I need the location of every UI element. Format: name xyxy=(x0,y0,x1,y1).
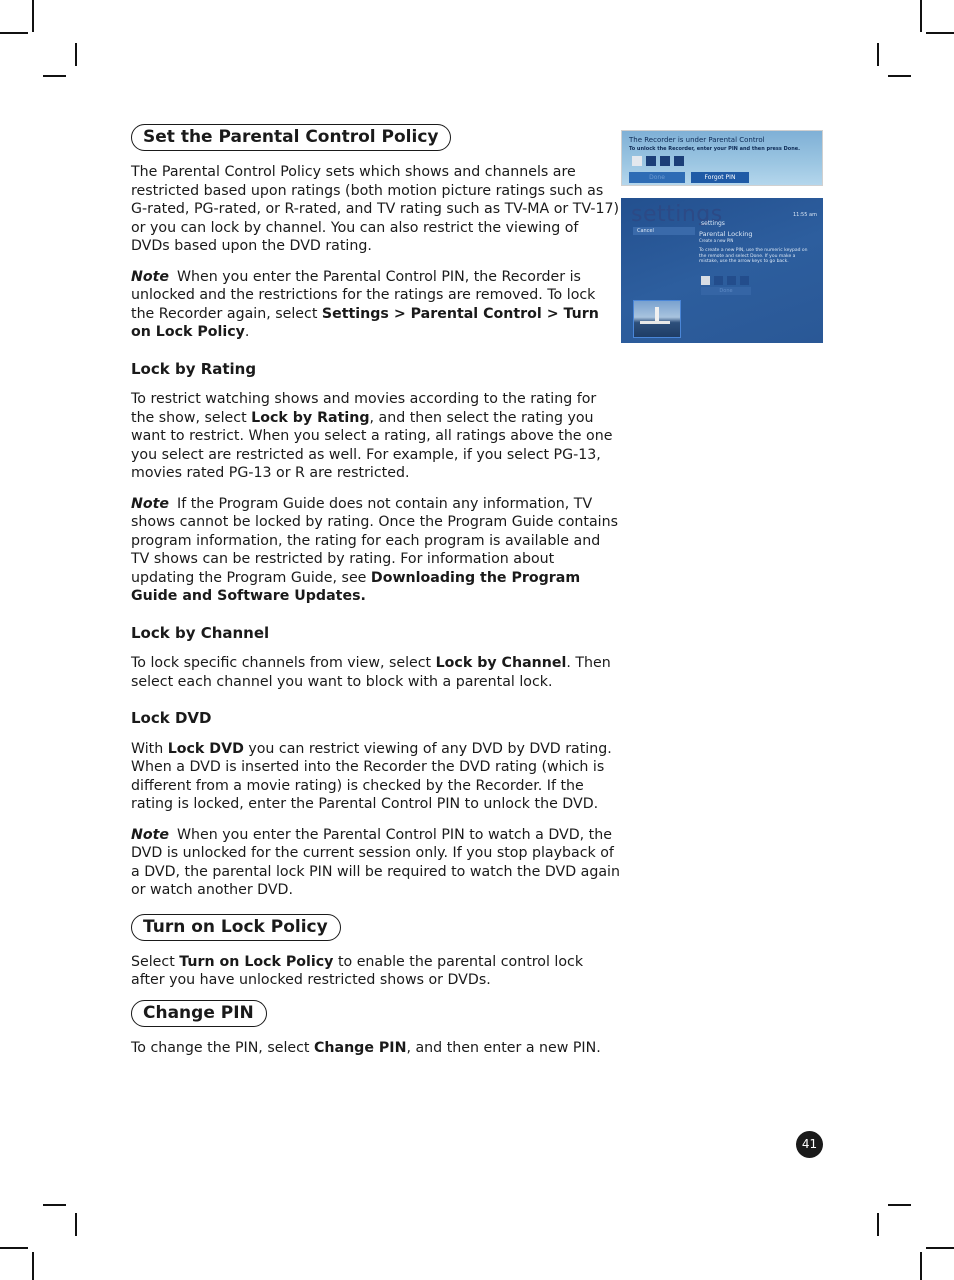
section-title-turn-on-lock: Turn on Lock Policy xyxy=(131,913,341,941)
pin-digit-box xyxy=(740,276,749,285)
settings-heading: Parental Locking xyxy=(699,230,753,238)
crop-mark xyxy=(926,32,954,34)
pin-digit-box xyxy=(632,156,642,166)
lock-dvd-paragraph: With Lock DVD you can restrict viewing o… xyxy=(131,740,621,814)
pin-digit-box xyxy=(674,156,684,166)
note-paragraph: Note When you enter the Parental Control … xyxy=(131,826,621,900)
crop-mark xyxy=(32,0,34,32)
section-title-change-pin: Change PIN xyxy=(131,999,267,1027)
note-paragraph: Note If the Program Guide does not contai… xyxy=(131,495,621,606)
crop-mark xyxy=(0,32,28,34)
cancel-button: Cancel xyxy=(633,227,695,235)
bold-term: Change PIN xyxy=(314,1039,407,1056)
crop-mark xyxy=(877,43,879,66)
crop-mark xyxy=(0,1247,28,1249)
text: To lock specific channels from view, sel… xyxy=(131,655,436,671)
lock-by-rating-paragraph: To restrict watching shows and movies ac… xyxy=(131,390,621,483)
pin-digit-box xyxy=(714,276,723,285)
pin-digit-box xyxy=(660,156,670,166)
settings-breadcrumb: settings xyxy=(701,220,725,227)
note-label: Note xyxy=(131,826,170,843)
crop-mark xyxy=(888,75,911,77)
note-paragraph: Note When you enter the Parental Control … xyxy=(131,268,621,342)
lock-by-channel-paragraph: To lock specific channels from view, sel… xyxy=(131,654,621,691)
text: To change the PIN, select xyxy=(131,1039,314,1056)
crop-mark xyxy=(920,0,922,32)
note-text: When you enter the Parental Control PIN … xyxy=(131,826,620,899)
crop-mark xyxy=(43,1204,66,1206)
text: With xyxy=(131,740,168,757)
settings-instructions: To create a new PIN, use the numeric key… xyxy=(699,248,808,264)
bold-term: Lock by Rating xyxy=(251,409,370,426)
crop-mark xyxy=(926,1247,954,1249)
note-label: Note xyxy=(131,268,170,285)
note-text-end: . xyxy=(244,324,250,340)
crop-mark xyxy=(75,1213,77,1236)
main-content: Set the Parental Control Policy The Pare… xyxy=(131,124,621,1057)
subheading-lock-dvd: Lock DVD xyxy=(131,709,212,727)
pin-digit-box xyxy=(727,276,736,285)
subheading-lock-by-rating: Lock by Rating xyxy=(131,359,257,378)
text: , and then enter a new PIN. xyxy=(406,1039,601,1056)
dialog-title: The Recorder is under Parental Control xyxy=(629,136,765,144)
crop-mark xyxy=(43,75,66,77)
crop-mark xyxy=(877,1213,879,1236)
bold-term: Turn on Lock Policy xyxy=(179,953,334,970)
crop-mark xyxy=(888,1204,911,1206)
pin-digit-box xyxy=(701,276,710,285)
unlock-dialog-screenshot: The Recorder is under Parental Control T… xyxy=(621,130,823,186)
bold-term: Lock DVD xyxy=(167,740,244,757)
lighthouse-thumbnail xyxy=(633,300,681,338)
crop-mark xyxy=(75,43,77,66)
crop-mark xyxy=(920,1252,922,1280)
settings-clock: 11:55 am xyxy=(793,212,817,218)
turn-on-lock-paragraph: Select Turn on Lock Policy to enable the… xyxy=(131,953,621,990)
done-button: Done xyxy=(629,172,685,183)
pier xyxy=(640,321,670,324)
dialog-subtitle: To unlock the Recorder, enter your PIN a… xyxy=(629,146,801,152)
text: Select xyxy=(131,953,180,970)
section-title-parental-policy: Set the Parental Control Policy xyxy=(131,124,452,151)
subheading-lock-by-channel: Lock by Channel xyxy=(131,623,270,642)
forgot-pin-button: Forgot PIN xyxy=(691,172,749,183)
bold-term: Lock by Channel xyxy=(435,655,567,671)
crop-mark xyxy=(32,1252,34,1280)
settings-subheading: Create a new PIN xyxy=(699,238,734,243)
note-label: Note xyxy=(131,495,170,512)
change-pin-paragraph: To change the PIN, select Change PIN, an… xyxy=(131,1039,621,1058)
intro-paragraph: The Parental Control Policy sets which s… xyxy=(131,164,620,254)
pin-digit-box xyxy=(646,156,656,166)
page-number: 41 xyxy=(796,1131,823,1158)
settings-done-button: Done xyxy=(701,287,751,295)
